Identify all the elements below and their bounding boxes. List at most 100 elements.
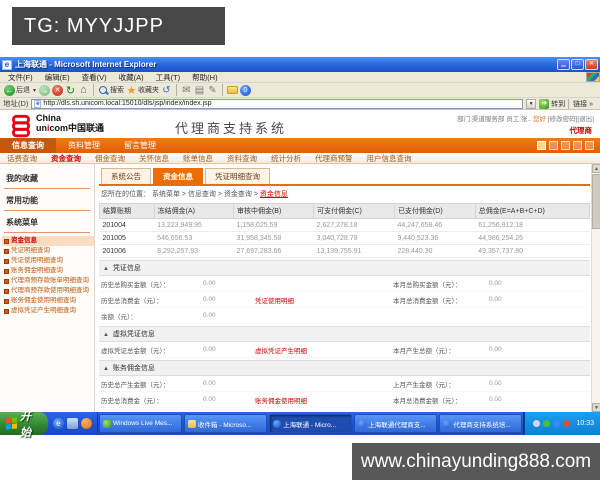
submenu-item[interactable]: 代理商预警 — [308, 153, 360, 164]
section-header-voucher[interactable]: ▲ 凭证信息 — [99, 260, 590, 276]
menu-item[interactable]: 帮助(H) — [186, 72, 223, 83]
submenu-item[interactable]: 统计分析 — [264, 153, 308, 164]
content-tab[interactable]: 凭证明细查询 — [205, 168, 270, 184]
start-button[interactable]: 开始 — [0, 411, 48, 439]
submenu-item[interactable]: 账单信息 — [176, 153, 220, 164]
print-button[interactable]: ▤ — [194, 85, 205, 96]
stop-button[interactable]: ✕ — [52, 84, 63, 96]
menu-item[interactable]: 查看(V) — [76, 72, 113, 83]
nav-tab[interactable]: 留言管理 — [112, 138, 168, 153]
search-button[interactable]: 搜索 — [98, 85, 124, 96]
forward-button[interactable]: → — [39, 84, 50, 96]
sidebar-item[interactable]: 凭证使用明细查询 — [2, 256, 94, 266]
media-player-icon[interactable] — [80, 418, 92, 429]
show-desktop-icon[interactable] — [66, 418, 78, 429]
vertical-scrollbar[interactable]: ▲ ▼ — [591, 164, 600, 412]
nav-tool-icon-3[interactable] — [561, 141, 570, 150]
menu-item[interactable]: 文件(F) — [2, 72, 39, 83]
sidebar-item[interactable]: 资金信息 — [2, 236, 94, 246]
content-tab[interactable]: 资金信息 — [153, 168, 203, 184]
taskbar-task-button[interactable]: 收件箱 - Microso... — [183, 414, 268, 433]
ie-page-icon: e — [2, 59, 12, 70]
menu-item[interactable]: 工具(T) — [150, 72, 187, 83]
table-row[interactable]: 201006 8,292,257.93 27,697,283.66 13,139… — [99, 244, 590, 258]
go-button[interactable]: ➜ 转到 — [539, 98, 565, 109]
refresh-button[interactable]: ↻ — [65, 85, 76, 97]
sidebar-item[interactable]: 账务佣金使用明细查询 — [2, 296, 94, 306]
submenu-item[interactable]: 用户信息查询 — [360, 153, 419, 164]
back-dropdown-button[interactable]: ▾ — [32, 85, 37, 96]
address-input[interactable]: e http://dls.sh.unicom.local:15010/dls/j… — [31, 98, 524, 109]
tray-antivirus-icon[interactable] — [543, 420, 551, 427]
sidebar-item[interactable]: 账务佣金明细查询 — [2, 266, 94, 276]
submenu-item[interactable]: 佣金查询 — [88, 153, 132, 164]
back-button[interactable]: ← 后退 — [4, 84, 30, 96]
home-button[interactable]: ⌂ — [78, 84, 89, 96]
submenu-item[interactable]: 话费查询 — [0, 153, 44, 164]
breadcrumb-current[interactable]: 资金信息 — [260, 191, 288, 198]
nav-tool-icon-5[interactable] — [585, 141, 594, 150]
table-header-cell: 已支付佣金(D) — [393, 203, 476, 219]
address-dropdown-icon[interactable]: ▼ — [526, 98, 537, 109]
sidebar-section-favorites[interactable]: 我的收藏 — [4, 170, 90, 189]
account-links[interactable]: [修改密码][退出] — [548, 116, 594, 123]
table-row[interactable]: 201004 13,223,949.95 1,158,025.59 2,627,… — [99, 218, 590, 232]
taskbar-clock[interactable]: 10:33 — [576, 420, 594, 427]
quick-launch-ie-icon[interactable]: e — [52, 418, 64, 429]
scrollbar-thumb[interactable] — [592, 174, 600, 229]
breadcrumb: 您所在的位置： 系统菜单 > 信息查询 > 资金查询 > 资金信息 — [101, 191, 288, 198]
sidebar-item[interactable]: 代理商预存款使用明细查询 — [2, 286, 94, 296]
nav-tool-icon-2[interactable] — [549, 141, 558, 150]
sidebar-section-common[interactable]: 常用功能 — [4, 192, 90, 211]
links-label[interactable]: 链接 » — [568, 98, 597, 109]
history-button[interactable]: ↺ — [161, 85, 172, 96]
scroll-down-icon[interactable]: ▼ — [592, 403, 600, 412]
scroll-up-icon[interactable]: ▲ — [592, 164, 600, 173]
mail-button[interactable]: ✉ — [181, 85, 192, 96]
taskbar-task-button[interactable]: 上海联通 - Micro... — [269, 414, 353, 433]
triangle-icon: ▲ — [103, 266, 109, 272]
toolbar-separator[interactable] — [93, 84, 94, 96]
menu-item-icon — [4, 238, 9, 244]
section-header-billing-commission[interactable]: ▲ 账务佣金信息 — [99, 360, 590, 376]
submenu-item[interactable]: 资金查询 — [44, 153, 88, 164]
nav-tab[interactable]: 信息查询 — [0, 138, 56, 153]
tray-messenger-icon[interactable] — [553, 420, 561, 427]
table-row[interactable]: 201005 546,656.53 31,958,345.58 3,040,72… — [99, 231, 590, 245]
folder-icon — [227, 86, 238, 94]
sidebar-section-system-menu[interactable]: 系统菜单 — [4, 214, 90, 233]
folder-button[interactable] — [227, 86, 238, 94]
taskbar: 开始 e Windows Live Mes... 收件箱 - Microso..… — [0, 411, 600, 439]
close-button[interactable]: ✕ — [585, 59, 598, 70]
table-header-row: 结算账期 冻结佣金(A) 审核中佣金(B) 可支付佣金(C) 已支付佣金(D) — [99, 203, 591, 219]
nav-tool-icon-4[interactable] — [573, 141, 582, 150]
nav-tool-icon-1[interactable] — [537, 141, 546, 150]
tray-volume-icon[interactable] — [533, 420, 541, 427]
taskbar-task-button[interactable]: 代理商支持系统培... — [439, 414, 523, 433]
content-tab[interactable]: 系统公告 — [101, 168, 151, 184]
sidebar-item[interactable]: 凭证明细查询 — [2, 246, 94, 256]
sidebar-item[interactable]: 代理商预存款账单明细查询 — [2, 276, 94, 286]
toolbar-separator[interactable] — [176, 84, 177, 96]
submenu-item[interactable]: 资料查询 — [220, 153, 264, 164]
taskbar-task-button[interactable]: 上海联通代理商支... — [354, 414, 438, 433]
favorites-star-icon: ★ — [126, 84, 137, 97]
restore-button[interactable]: □ — [571, 59, 584, 70]
menu-item[interactable]: 收藏(A) — [113, 72, 150, 83]
telegram-watermark-badge: TG: MYYJJPP — [12, 7, 225, 45]
back-icon: ← — [4, 84, 15, 96]
submenu-item[interactable]: 关怀信息 — [132, 153, 176, 164]
title-bar[interactable]: e 上海联通 - Microsoft Internet Explorer ▁ □… — [0, 57, 600, 72]
edit-button[interactable]: ✎ — [207, 85, 218, 96]
sidebar-item[interactable]: 虚拟凭证产生明细查询 — [2, 306, 94, 316]
toolbar-separator[interactable] — [222, 84, 223, 96]
role-label: 代理商 — [569, 126, 593, 135]
tray-alert-icon[interactable] — [563, 420, 571, 427]
taskbar-task-button[interactable]: Windows Live Mes... — [98, 414, 182, 433]
section-header-virtual-voucher[interactable]: ▲ 虚拟凭证信息 — [99, 326, 590, 342]
menu-item[interactable]: 编辑(E) — [39, 72, 76, 83]
minimize-button[interactable]: ▁ — [557, 59, 570, 70]
nav-tab[interactable]: 资料管理 — [56, 138, 112, 153]
messenger-button[interactable]: 0 — [240, 84, 251, 96]
favorites-button[interactable]: ★ 收藏夹 — [126, 84, 159, 97]
